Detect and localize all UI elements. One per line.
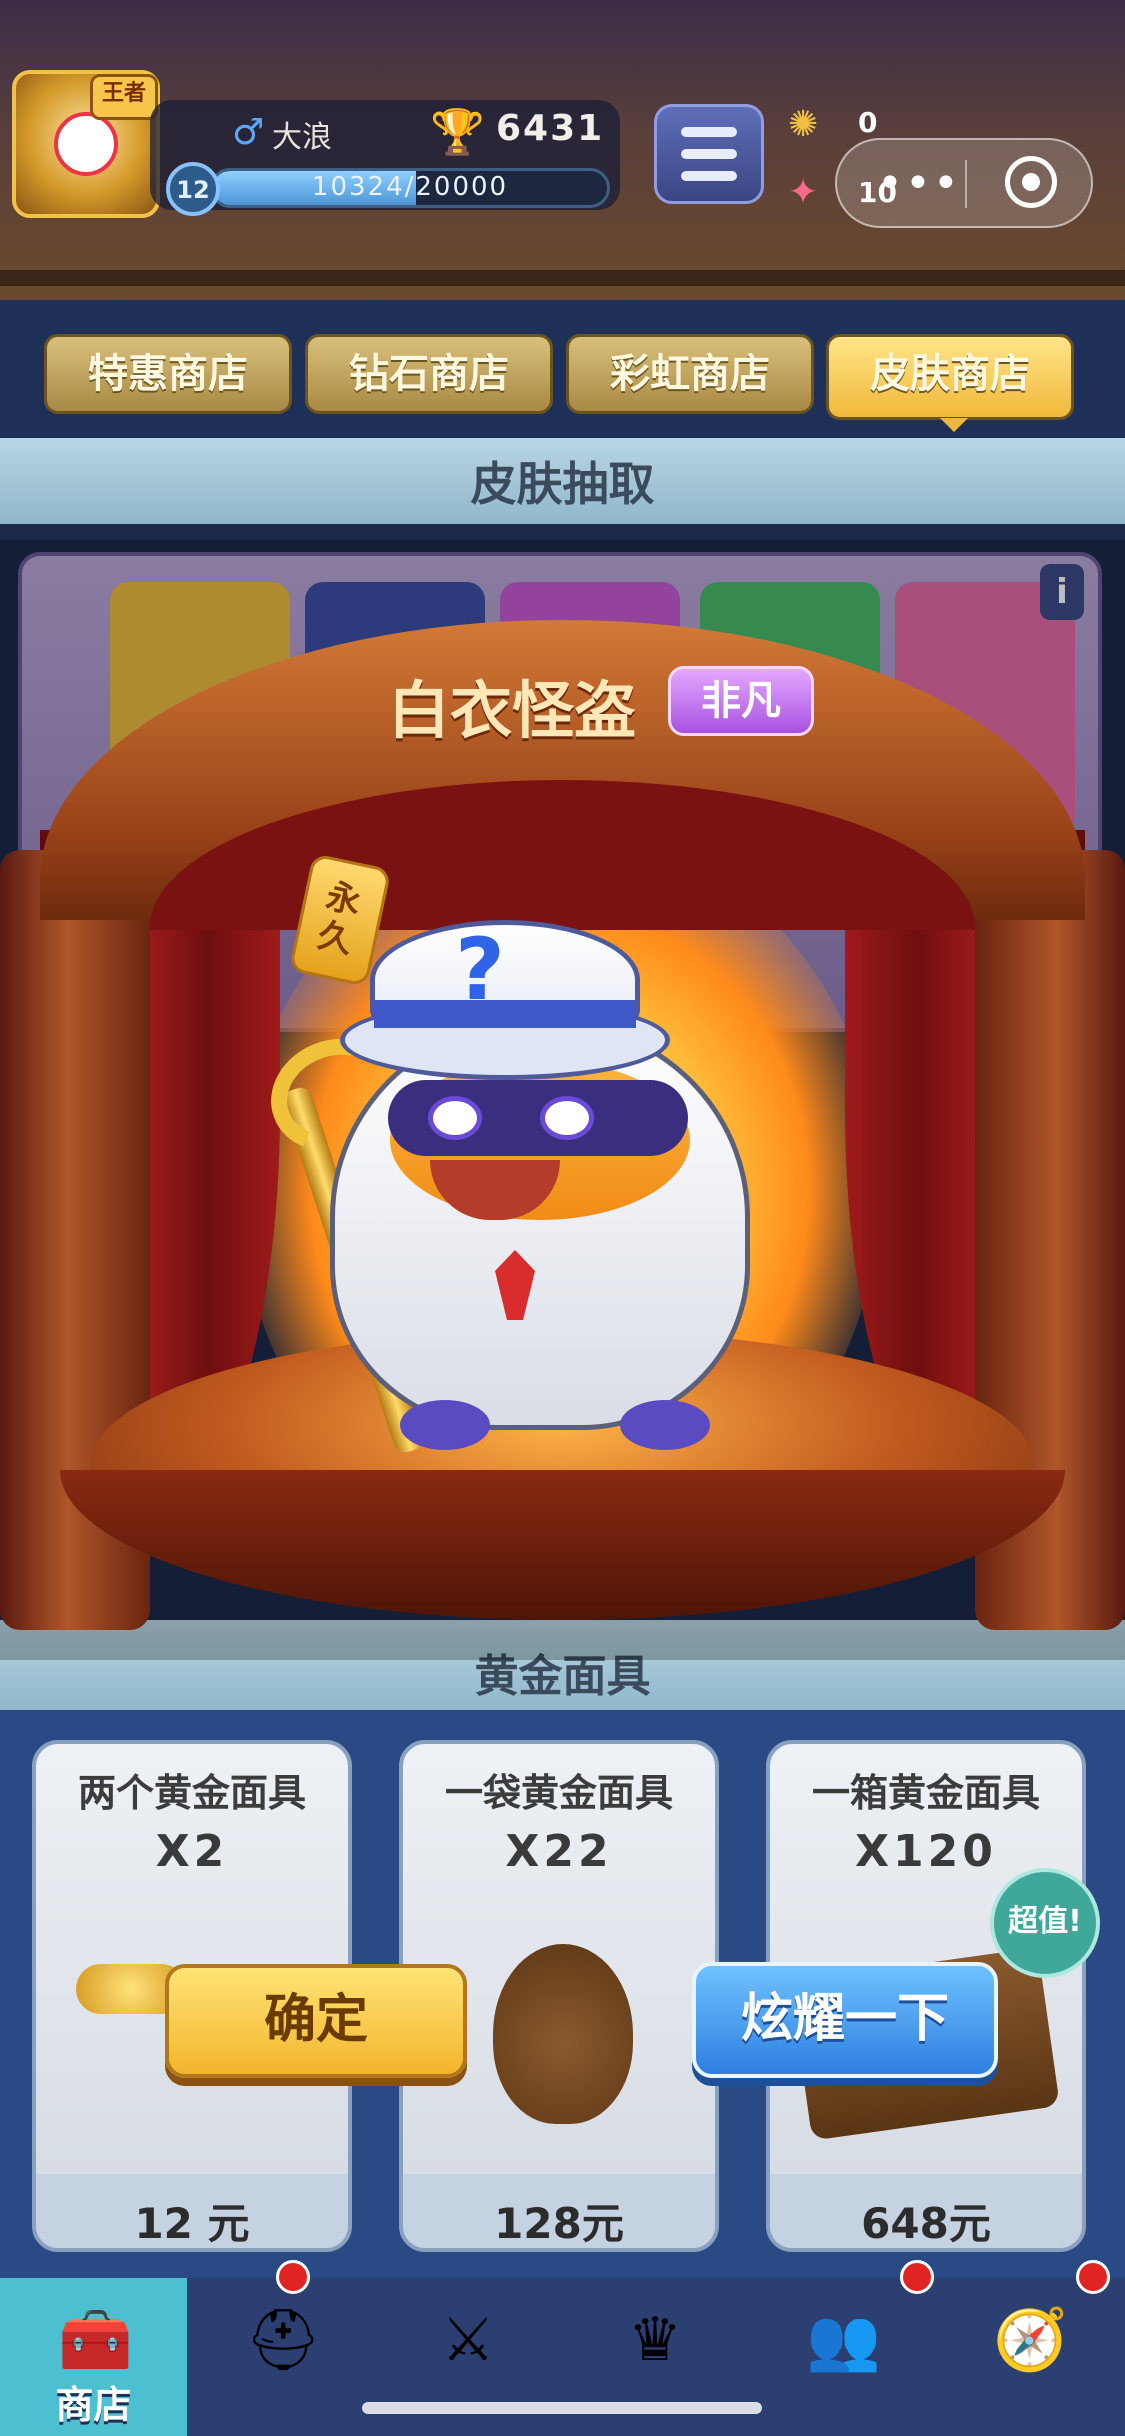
- section-title: 皮肤抽取: [470, 457, 655, 511]
- shop-item-qty: X22: [505, 1826, 613, 1877]
- skin-name: 白衣怪盗: [388, 674, 637, 747]
- menu-button[interactable]: [654, 104, 764, 204]
- character-foot: [400, 1400, 490, 1450]
- mask-count: 0: [858, 106, 878, 139]
- home-indicator[interactable]: [362, 2402, 762, 2414]
- notification-dot: [276, 2260, 310, 2294]
- miniprogram-capsule: •••: [835, 138, 1093, 228]
- xp-text: 10324/20000: [311, 172, 509, 202]
- character-foot: [620, 1400, 710, 1450]
- character-eye: [428, 1096, 482, 1140]
- nav-explore[interactable]: 🧭: [935, 2278, 1122, 2436]
- nav-shop-label: 商店: [55, 2383, 132, 2427]
- player-name: 大浪: [272, 120, 332, 155]
- menu-line: [681, 171, 737, 181]
- menu-line: [681, 127, 737, 137]
- shop-item-price: 128元: [494, 2199, 624, 2248]
- compass-icon: 🧭: [993, 2305, 1068, 2375]
- shelf-decoration: [0, 270, 1125, 286]
- close-miniprogram-icon[interactable]: [1005, 156, 1057, 208]
- gold-mask-icon: ✺: [788, 104, 819, 145]
- value-badge: 超值!: [990, 1868, 1100, 1978]
- share-button[interactable]: 炫耀一下: [692, 1962, 998, 2078]
- tab-diamond-shop[interactable]: 钻石商店: [305, 334, 553, 414]
- confirm-button[interactable]: 确定: [165, 1964, 467, 2078]
- shop-item-qty: X2: [155, 1826, 229, 1877]
- notification-dot: [900, 2260, 934, 2294]
- trophy-count: 6431: [496, 108, 605, 149]
- helmet-icon: ⛑: [245, 2305, 322, 2375]
- tab-special-shop[interactable]: 特惠商店: [44, 334, 292, 414]
- nav-shop[interactable]: 🧰 商店: [0, 2278, 187, 2436]
- tab-rainbow-shop[interactable]: 彩虹商店: [566, 334, 814, 414]
- more-options-icon[interactable]: •••: [877, 158, 961, 209]
- shop-item-price: 12 元: [134, 2199, 250, 2248]
- chest-icon: 🧰: [58, 2305, 133, 2375]
- active-tab-pointer: [940, 418, 968, 432]
- level-badge: 12: [166, 162, 220, 216]
- shop-item-name: 一箱黄金面具: [811, 1771, 1040, 1815]
- feather-icon: ✦: [788, 172, 819, 213]
- crossed-swords-icon: ⚔: [441, 2305, 495, 2375]
- shop-item-name: 一袋黄金面具: [444, 1771, 673, 1815]
- capsule-divider: [965, 160, 967, 208]
- rank-badge: 王者: [90, 74, 158, 120]
- tab-skin-shop[interactable]: 皮肤商店: [826, 334, 1074, 420]
- nav-friends[interactable]: 👥: [748, 2278, 935, 2436]
- notification-dot: [1076, 2260, 1110, 2294]
- nav-equipment[interactable]: ⛑: [187, 2278, 374, 2436]
- character-eye: [540, 1096, 594, 1140]
- shop-item-price: 648元: [861, 2199, 991, 2248]
- male-icon: ♂: [232, 112, 265, 153]
- clown-avatar-icon: [54, 112, 118, 176]
- trophy-icon: 🏆: [430, 107, 485, 158]
- mask-bag-icon: [493, 1944, 633, 2124]
- friends-banner-icon: 👥: [806, 2305, 881, 2375]
- permanent-tag-label: 永久: [314, 876, 365, 962]
- menu-line: [681, 149, 737, 159]
- rarity-badge: 非凡: [668, 666, 814, 736]
- shop-item-name: 两个黄金面具: [77, 1771, 306, 1815]
- crown-shield-icon: ♛: [628, 2305, 682, 2375]
- question-mark-icon: ?: [455, 920, 505, 1020]
